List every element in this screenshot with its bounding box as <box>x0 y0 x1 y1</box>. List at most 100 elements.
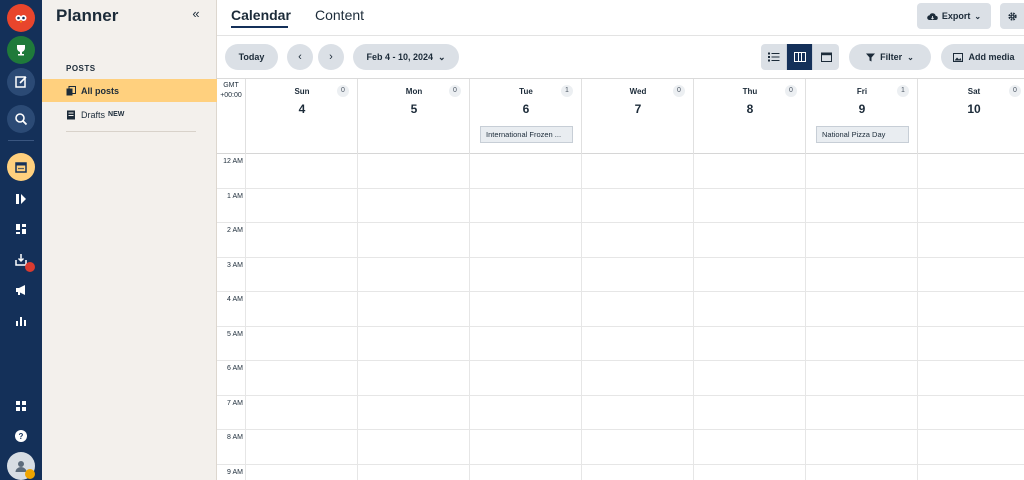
search-icon[interactable] <box>7 105 35 133</box>
timezone-line-2: +00:00 <box>220 92 242 99</box>
compose-icon[interactable] <box>7 68 35 96</box>
day-column-mon[interactable]: Mon 0 5 <box>357 79 469 154</box>
day-number: 8 <box>746 102 754 116</box>
timezone-label: GMT +00:00 <box>217 79 245 101</box>
top-tabs: Calendar Content Export ⌄ <box>217 0 1024 36</box>
day-number: 10 <box>967 102 981 116</box>
timezone-line-1: GMT <box>223 82 239 89</box>
list-icon <box>767 52 779 62</box>
day-column-sun[interactable]: Sun 0 4 <box>245 79 357 154</box>
trophy-icon[interactable] <box>7 36 35 64</box>
svg-text:?: ? <box>19 432 24 441</box>
hour-label: 5 AM <box>227 330 243 338</box>
add-media-button[interactable]: Add media <box>941 44 1024 70</box>
cloud-download-icon <box>927 12 938 20</box>
drafts-icon <box>67 110 75 119</box>
post-count-badge: 1 <box>561 85 573 97</box>
hour-label: 12 AM <box>223 158 243 165</box>
active-tab-indicator <box>231 26 288 28</box>
calendar-toolbar: Today ‹ › Feb 4 - 10, 2024 ⌄ Filter ⌄ Ad… <box>217 36 1024 79</box>
chevron-down-icon: ⌄ <box>974 11 982 21</box>
dashboard-icon[interactable] <box>7 215 35 243</box>
day-number: 9 <box>858 102 866 116</box>
date-range-picker[interactable]: Feb 4 - 10, 2024 ⌄ <box>353 44 459 70</box>
week-view-button[interactable] <box>787 44 813 70</box>
megaphone-icon[interactable] <box>7 276 35 304</box>
calendar-icon <box>820 52 832 62</box>
day-number: 6 <box>522 102 530 116</box>
new-badge: NEW <box>108 111 125 118</box>
rail-divider <box>8 140 34 141</box>
hour-row[interactable]: 8 AM <box>217 430 1024 465</box>
day-number: 7 <box>634 102 642 116</box>
day-column-sat[interactable]: Sat 0 10 <box>917 79 1024 154</box>
holiday-event[interactable]: International Frozen ... <box>480 126 573 143</box>
filter-button[interactable]: Filter ⌄ <box>849 44 931 70</box>
hour-row[interactable]: 1 AM <box>217 189 1024 223</box>
analytics-icon[interactable] <box>7 307 35 335</box>
tab-calendar[interactable]: Calendar <box>231 7 291 23</box>
date-range-label: Feb 4 - 10, 2024 <box>366 52 433 62</box>
hour-label: 8 AM <box>227 434 243 441</box>
day-number: 5 <box>410 102 418 116</box>
day-column-tue[interactable]: Tue 1 6 International Frozen ... <box>469 79 581 154</box>
day-column-wed[interactable]: Wed 0 7 <box>581 79 693 154</box>
export-button[interactable]: Export ⌄ <box>917 3 991 29</box>
hour-row[interactable]: 12 AM <box>217 154 1024 189</box>
hour-grid[interactable]: 12 AM 1 AM 2 AM 3 AM 4 AM 5 AM 6 AM 7 AM… <box>217 154 1024 480</box>
chevron-down-icon: ⌄ <box>907 52 914 62</box>
post-count-badge: 0 <box>449 85 461 97</box>
warning-badge-icon <box>25 469 35 479</box>
nav-drafts-label: Drafts <box>81 109 106 120</box>
posts-icon <box>66 85 76 95</box>
hour-label: 2 AM <box>227 227 243 234</box>
day-column-fri[interactable]: Fri 1 9 National Pizza Day <box>805 79 917 154</box>
sidebar-divider <box>66 131 196 132</box>
hour-row[interactable]: 3 AM <box>217 258 1024 292</box>
post-count-badge: 1 <box>897 85 909 97</box>
hour-label: 4 AM <box>227 296 243 303</box>
posts-section-label: POSTS <box>66 64 96 73</box>
hour-row[interactable]: 4 AM <box>217 292 1024 327</box>
day-column-thu[interactable]: Thu 0 8 <box>693 79 805 154</box>
calendar-icon[interactable] <box>7 153 35 181</box>
apps-icon[interactable] <box>7 392 35 420</box>
post-count-badge: 0 <box>673 85 685 97</box>
hour-row[interactable]: 5 AM <box>217 327 1024 361</box>
previous-week-button[interactable]: ‹ <box>287 44 313 70</box>
settings-button[interactable] <box>1000 3 1024 29</box>
hour-label: 9 AM <box>227 468 243 476</box>
owl-logo-icon[interactable] <box>7 4 35 32</box>
add-media-label: Add media <box>968 52 1015 62</box>
hour-row[interactable]: 6 AM <box>217 361 1024 396</box>
app-rail: ? <box>0 0 42 480</box>
help-icon[interactable]: ? <box>7 422 35 450</box>
next-week-button[interactable]: › <box>318 44 344 70</box>
list-view-button[interactable] <box>761 44 787 70</box>
main-content: Calendar Content Export ⌄ Today ‹ › Feb … <box>217 0 1024 480</box>
today-button[interactable]: Today <box>225 44 278 70</box>
tab-content[interactable]: Content <box>315 7 364 23</box>
day-number: 4 <box>298 102 306 116</box>
streams-icon[interactable] <box>7 185 35 213</box>
filter-funnel-icon <box>866 53 876 61</box>
nav-all-posts[interactable]: All posts <box>42 79 217 102</box>
post-count-badge: 0 <box>337 85 349 97</box>
week-columns-icon <box>793 52 806 62</box>
collapse-sidebar-icon[interactable]: « <box>187 6 205 24</box>
sidebar-title: Planner <box>56 6 119 25</box>
nav-drafts[interactable]: Drafts NEW <box>42 103 217 126</box>
nav-all-posts-label: All posts <box>81 85 120 96</box>
hour-label: 3 AM <box>227 261 243 269</box>
filter-label: Filter <box>880 52 903 62</box>
month-view-button[interactable] <box>813 44 839 70</box>
chevron-down-icon: ⌄ <box>438 51 446 62</box>
gear-icon <box>1007 11 1017 21</box>
planner-sidebar: Planner « POSTS All posts Drafts NEW <box>42 0 217 480</box>
hour-row[interactable]: 9 AM <box>217 465 1024 480</box>
holiday-event[interactable]: National Pizza Day <box>816 126 909 143</box>
hour-row[interactable]: 7 AM <box>217 396 1024 430</box>
view-switcher <box>761 44 839 70</box>
hour-row[interactable]: 2 AM <box>217 223 1024 258</box>
notification-dot-icon <box>25 262 35 272</box>
